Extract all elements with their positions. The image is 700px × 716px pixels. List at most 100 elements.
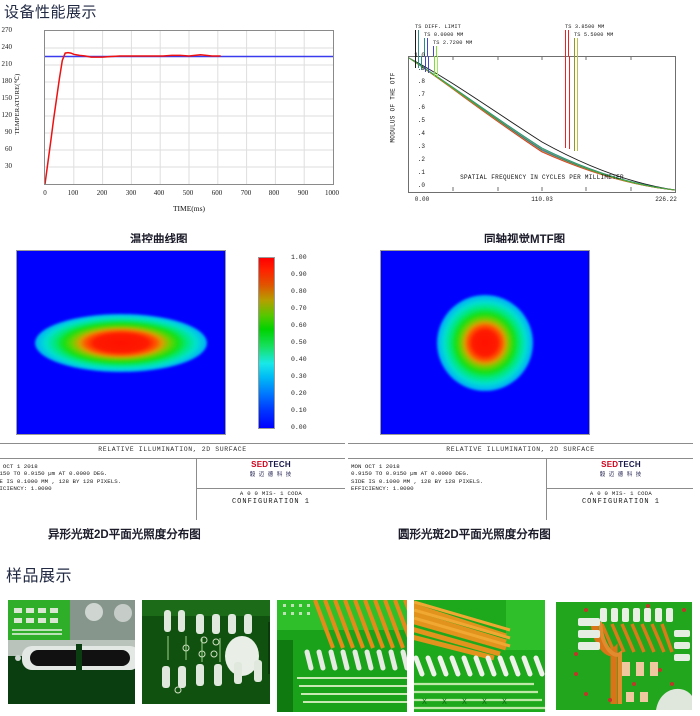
footer-rule-round <box>348 458 693 459</box>
light-spot-elliptical <box>35 313 207 372</box>
mtf-legend-label-4: TS 5.5000 MM <box>574 32 614 38</box>
page-root: 设备性能展示 样品展示 270 240 210 180 150 120 90 6… <box>0 0 700 716</box>
mtf-curve-diff-limit <box>409 57 675 191</box>
sample-photo-strip: XX XX X <box>8 600 692 712</box>
sample-photo-0-svg <box>8 600 135 704</box>
config-row-round: A 0 0 MIS- 1 CODA <box>589 490 653 497</box>
brand-tech-irr: TECH <box>268 460 291 469</box>
mtf-legend-stem-3b <box>568 30 569 56</box>
temp-ytick-90: 90 <box>5 128 12 136</box>
mtf-xtick-max: 226.22 <box>655 196 677 203</box>
mtf-plot-svg <box>409 56 675 191</box>
illumination-map-irregular <box>16 250 226 435</box>
cbar-irr-tick-10: 0.00 <box>291 424 307 431</box>
brand-sed-rnd: SED <box>601 460 619 469</box>
caption-spot-round: 圆形光斑2D平面光照度分布图 <box>398 529 551 541</box>
footer-title-round: RELATIVE ILLUMINATION, 2D SURFACE <box>446 446 595 453</box>
mtf-curve-385mm <box>409 57 675 191</box>
footer-lines-round: MON OCT 1 2018 0.9150 TO 0.9150 µm AT 0.… <box>351 463 483 493</box>
brand-name-round: SEDTECH <box>547 460 693 469</box>
caption-spot-irregular: 异形光斑2D平面光照度分布图 <box>48 529 201 541</box>
surface-panel-irregular: 1.00 0.90 0.80 0.70 0.60 0.50 0.40 0.30 … <box>0 243 345 521</box>
mtf-legend-stem-4 <box>574 38 575 56</box>
mtf-legend-label-1: TS 0.0000 MM <box>424 32 464 38</box>
temperature-control-chart: 270 240 210 180 150 120 90 60 30 0 100 2… <box>2 22 344 218</box>
illumination-map-round <box>380 250 590 435</box>
mtf-inplot-stem-8 <box>569 56 570 149</box>
footer-line-grid-rnd: SIDE IS 0.1000 MM , 128 BY 128 PIXELS. <box>351 477 484 485</box>
brand-name-irregular: SEDTECH <box>197 460 345 469</box>
sample-photo-flex-connector-rows: XX XX X <box>413 600 546 712</box>
temp-xtick-1000: 1000 <box>325 189 339 197</box>
cbar-irr-tick-3: 0.70 <box>291 305 307 312</box>
mtf-curve-272mm <box>409 57 675 191</box>
footer-rule-irregular <box>0 458 345 459</box>
mtf-ytick-0: .0 <box>417 182 425 189</box>
temp-ytick-150: 150 <box>1 94 13 102</box>
brand-logo-irregular: SEDTECH 毅 迈 德 科 技 <box>197 460 345 486</box>
temp-ytick-30: 30 <box>5 162 12 170</box>
section-heading-samples: 样品展示 <box>6 568 73 585</box>
footer-title-irregular: RELATIVE ILLUMINATION, 2D SURFACE <box>98 446 247 453</box>
mtf-legend-stem-4b <box>577 38 578 56</box>
mtf-legend-stem-2b <box>436 46 437 56</box>
mtf-legend-stem-3 <box>565 30 566 56</box>
sample-photo-flex-bond-edge <box>276 600 407 712</box>
mtf-legend-label-0: TS DIFF. LIMIT <box>415 24 461 30</box>
mtf-inplot-stem-9 <box>574 56 575 151</box>
temp-ytick-210: 210 <box>1 60 13 68</box>
sample-photo-pcb-flex-assembly <box>552 600 692 712</box>
temperature-plot-svg <box>45 31 333 184</box>
mtf-xtick-mid: 110.03 <box>531 196 553 203</box>
footer-line-date-rnd: MON OCT 1 2018 <box>351 463 400 470</box>
mtf-legend-label-2: TS 2.7200 MM <box>433 40 473 46</box>
surface-footer-irregular: RELATIVE ILLUMINATION, 2D SURFACE MON OC… <box>0 443 345 520</box>
mtf-xaxis-label: SPATIAL FREQUENCY IN CYCLES PER MILLIMET… <box>460 174 624 181</box>
mtf-legend-stem-2 <box>433 46 434 56</box>
temp-ytick-270: 270 <box>1 26 13 34</box>
cbar-irr-tick-1: 0.90 <box>291 271 307 278</box>
svg-text:X: X <box>442 698 447 707</box>
temperature-yaxis-label: TEMPERATURE(℃) <box>14 73 21 135</box>
footer-lines-irregular: MON OCT 1 2018 0.9150 TO 0.9150 µm AT 0.… <box>0 463 121 493</box>
light-spot-circular <box>437 294 533 391</box>
footer-line-efficiency-irr: EFFICIENCY: 1.0000 <box>0 485 52 493</box>
cbar-irr-tick-4: 0.60 <box>291 322 307 329</box>
brand-cn-irregular: 毅 迈 德 科 技 <box>249 472 293 478</box>
footer-line-date-irr: MON OCT 1 2018 <box>0 463 38 470</box>
temp-ytick-240: 240 <box>1 43 13 51</box>
mtf-inplot-stem-5 <box>434 56 435 76</box>
surface-panel-round: 1.00 0.90 0.80 0.70 0.60 0.50 0.40 0.30 … <box>348 243 693 521</box>
mtf-inplot-stem-7 <box>565 56 566 148</box>
colorbar-irregular <box>258 257 275 429</box>
cbar-irr-tick-7: 0.30 <box>291 373 307 380</box>
mtf-inplot-stem-3 <box>425 56 426 72</box>
sample-photo-pcb-gold-pads <box>141 600 270 704</box>
cbar-irr-tick-0: 1.00 <box>291 254 307 261</box>
footer-line-efficiency-rnd: EFFICIENCY: 1.0000 <box>351 485 414 493</box>
brand-rule-round <box>547 488 693 489</box>
brand-tech-rnd: TECH <box>618 460 641 469</box>
surface-footer-round: RELATIVE ILLUMINATION, 2D SURFACE MON OC… <box>348 443 693 520</box>
temp-ytick-120: 120 <box>1 111 13 119</box>
sample-photo-2-svg <box>276 600 407 712</box>
temp-ytick-180: 180 <box>1 77 13 85</box>
brand-logo-round: SEDTECH 毅 迈 德 科 技 <box>547 460 693 486</box>
mtf-legend-label-3: TS 3.8500 MM <box>565 24 605 30</box>
svg-text:X: X <box>422 698 427 707</box>
mtf-curve-extra <box>409 57 675 191</box>
sample-photo-4-svg <box>552 600 692 712</box>
mtf-inplot-stem-4 <box>428 56 429 73</box>
brand-cn-round: 毅 迈 德 科 技 <box>599 472 643 478</box>
sample-photo-pcb-solder-pad <box>8 600 135 704</box>
sample-photo-3-svg: XX XX X <box>413 600 546 712</box>
svg-text:X: X <box>482 698 487 707</box>
section-heading-performance: 设备性能展示 <box>4 4 98 21</box>
brand-sed-irr: SED <box>251 460 269 469</box>
mtf-inplot-stem-10 <box>577 56 578 151</box>
cbar-irr-tick-8: 0.20 <box>291 390 307 397</box>
svg-text:X: X <box>462 698 467 707</box>
mtf-yaxis-label: MODULUS OF THE OTF <box>389 72 397 143</box>
config-label-irregular: CONFIGURATION 1 <box>231 498 310 506</box>
sample-photo-1-svg <box>141 600 270 704</box>
